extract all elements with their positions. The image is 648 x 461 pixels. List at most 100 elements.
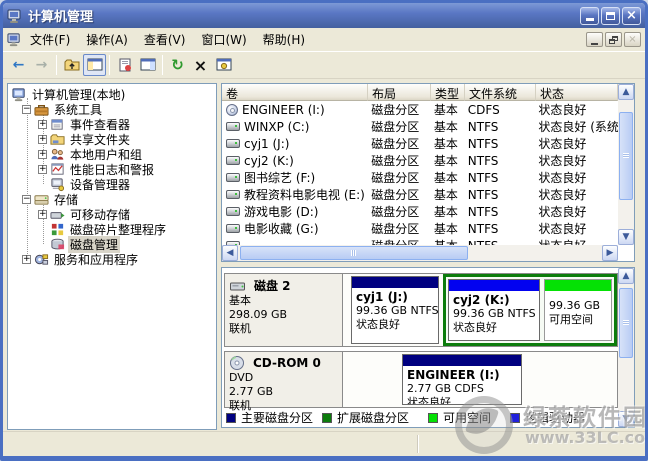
volume-layout: 磁盘分区 bbox=[367, 220, 430, 237]
volume-list-vertical-scrollbar[interactable]: ▲ ▼ bbox=[618, 84, 634, 245]
menu-window[interactable]: 窗口(W) bbox=[193, 28, 254, 51]
menu-action[interactable]: 操作(A) bbox=[78, 28, 136, 51]
legend-label: 扩展磁盘分区 bbox=[337, 409, 409, 426]
tree-item-removable-storage[interactable]: + 可移动存储 bbox=[8, 207, 216, 222]
graphical-panel-vertical-scrollbar[interactable]: ▲ ▼ bbox=[618, 268, 634, 427]
mdi-child-computer-icon bbox=[7, 32, 22, 47]
show-pane-button[interactable] bbox=[136, 54, 159, 76]
scroll-right-arrow[interactable]: ▶ bbox=[602, 245, 618, 261]
partition-engineer[interactable]: ENGINEER (I:) 2.77 GB CDFS 状态良好 bbox=[402, 354, 522, 405]
volume-layout: 磁盘分区 bbox=[367, 118, 430, 135]
expand-icon[interactable]: + bbox=[22, 255, 31, 264]
expand-icon[interactable]: + bbox=[38, 120, 47, 129]
volume-row-cyj1[interactable]: cyj1 (J:) 磁盘分区 基本 NTFS 状态良好 bbox=[222, 135, 618, 152]
mdi-minimize-button[interactable] bbox=[586, 32, 603, 47]
refresh-button[interactable]: ↻ bbox=[166, 54, 189, 76]
free-space-region[interactable]: 99.36 GB 可用空间 bbox=[544, 279, 612, 341]
cdrom-0-header[interactable]: CD-ROM 0 DVD 2.77 GB 联机 bbox=[225, 352, 343, 407]
scrollbar-thumb[interactable] bbox=[619, 112, 633, 200]
close-icon: × bbox=[626, 9, 637, 22]
column-header-status[interactable]: 状态 bbox=[536, 84, 618, 101]
console-tree-icon bbox=[87, 57, 103, 73]
scroll-up-arrow[interactable]: ▲ bbox=[618, 84, 634, 100]
tree-item-local-users-groups[interactable]: + 本地用户和组 bbox=[8, 147, 216, 162]
column-header-type[interactable]: 类型 bbox=[431, 84, 465, 101]
collapse-icon[interactable]: − bbox=[22, 195, 31, 204]
partition-cyj1[interactable]: cyj1 (J:) 99.36 GB NTFS 状态良好 bbox=[351, 276, 439, 344]
volume-row-engineer[interactable]: ENGINEER (I:) 磁盘分区 基本 CDFS 状态良好 bbox=[222, 101, 618, 118]
scrollbar-thumb[interactable] bbox=[240, 246, 468, 260]
expand-icon[interactable]: + bbox=[38, 165, 47, 174]
expand-icon[interactable]: + bbox=[38, 150, 47, 159]
back-button[interactable]: ← bbox=[7, 54, 30, 76]
scroll-down-arrow[interactable]: ▼ bbox=[618, 411, 634, 427]
close-button[interactable]: × bbox=[622, 7, 641, 25]
volume-row-books[interactable]: 图书综艺 (F:) 磁盘分区 基本 NTFS 状态良好 bbox=[222, 169, 618, 186]
tree-item-event-viewer[interactable]: + 事件查看器 bbox=[8, 117, 216, 132]
toolbar-separator bbox=[162, 55, 163, 75]
title-bar[interactable]: 计算机管理 × bbox=[3, 3, 645, 28]
scrollbar-thumb[interactable] bbox=[619, 288, 633, 358]
tree-item-system-tools[interactable]: − 系统工具 bbox=[8, 102, 216, 117]
volume-row-winxp[interactable]: WINXP (C:) 磁盘分区 基本 NTFS 状态良好 (系统) bbox=[222, 118, 618, 135]
hard-disk-volume-icon bbox=[226, 224, 240, 233]
expand-icon[interactable]: + bbox=[38, 210, 47, 219]
volume-fs: NTFS bbox=[464, 205, 535, 219]
tree-item-computer-management[interactable]: 计算机管理(本地) bbox=[8, 87, 216, 102]
partition-info: 99.36 GB NTFS bbox=[453, 307, 535, 321]
column-header-filesystem[interactable]: 文件系统 bbox=[465, 84, 536, 101]
volume-row-games[interactable]: 游戏电影 (D:) 磁盘分区 基本 NTFS 状态良好 bbox=[222, 203, 618, 220]
delete-button[interactable]: × bbox=[189, 54, 212, 76]
column-header-layout[interactable]: 布局 bbox=[368, 84, 431, 101]
tree-item-services-applications[interactable]: + 服务和应用程序 bbox=[8, 252, 216, 267]
partition-cyj2[interactable]: cyj2 (K:) 99.36 GB NTFS 状态良好 bbox=[448, 279, 540, 341]
disk-size: 2.77 GB bbox=[229, 385, 338, 399]
expand-icon[interactable]: + bbox=[38, 135, 47, 144]
tree-item-shared-folders[interactable]: + 共享文件夹 bbox=[8, 132, 216, 147]
column-header-volume[interactable]: 卷 bbox=[222, 84, 368, 101]
volume-status: 状态良好 bbox=[534, 135, 618, 152]
tree-item-disk-management[interactable]: 磁盘管理 bbox=[8, 237, 216, 252]
volume-cell: WINXP (C:) bbox=[222, 120, 367, 134]
properties-button[interactable] bbox=[113, 54, 136, 76]
tree-item-performance-logs[interactable]: + 性能日志和警报 bbox=[8, 162, 216, 177]
scroll-up-arrow[interactable]: ▲ bbox=[618, 268, 634, 284]
volume-name: 游戏电影 (D:) bbox=[244, 203, 318, 220]
scroll-down-arrow[interactable]: ▼ bbox=[618, 229, 634, 245]
toolbar-separator bbox=[109, 55, 110, 75]
free-space-color-swatch bbox=[428, 413, 438, 423]
system-tools-icon bbox=[34, 102, 49, 117]
volume-row-tutorials[interactable]: 教程资料电影电视 (E:) 磁盘分区 基本 NTFS 状态良好 bbox=[222, 186, 618, 203]
menu-help[interactable]: 帮助(H) bbox=[255, 28, 313, 51]
minimize-button[interactable] bbox=[580, 7, 599, 25]
collapse-icon[interactable]: − bbox=[22, 105, 31, 114]
hard-disk-volume-icon bbox=[226, 122, 240, 131]
disk-defragmenter-icon bbox=[50, 222, 65, 237]
console-settings-button[interactable] bbox=[212, 54, 235, 76]
disk-2-header[interactable]: 磁盘 2 基本 298.09 GB 联机 bbox=[225, 274, 343, 346]
mdi-close-button[interactable]: × bbox=[624, 32, 641, 47]
volume-list-horizontal-scrollbar[interactable]: ◀ ▶ bbox=[222, 245, 618, 261]
tree-item-device-manager[interactable]: 设备管理器 bbox=[8, 177, 216, 192]
console-tree-pane[interactable]: 计算机管理(本地) − 系统工具 + 事件查看器 + 共享文件夹 + 本地用户和… bbox=[7, 83, 217, 430]
mdi-restore-button[interactable] bbox=[605, 32, 622, 47]
volume-fs: NTFS bbox=[464, 188, 535, 202]
volume-row-cyj2[interactable]: cyj2 (K:) 磁盘分区 基本 NTFS 状态良好 bbox=[222, 152, 618, 169]
performance-logs-icon bbox=[50, 162, 65, 177]
menu-file[interactable]: 文件(F) bbox=[22, 28, 78, 51]
volume-type: 基本 bbox=[430, 169, 464, 186]
scroll-left-arrow[interactable]: ◀ bbox=[222, 245, 238, 261]
primary-partition-bar bbox=[403, 355, 521, 366]
tree-item-storage[interactable]: − 存储 bbox=[8, 192, 216, 207]
menu-view[interactable]: 查看(V) bbox=[136, 28, 194, 51]
volume-row-movies[interactable]: 电影收藏 (G:) 磁盘分区 基本 NTFS 状态良好 bbox=[222, 220, 618, 237]
forward-button[interactable]: → bbox=[30, 54, 53, 76]
volume-layout: 磁盘分区 bbox=[367, 203, 430, 220]
legend-free-space: 可用空间 bbox=[428, 409, 491, 426]
show-hide-console-tree-button[interactable] bbox=[83, 54, 106, 76]
tree-item-disk-defragmenter[interactable]: 磁盘碎片整理程序 bbox=[8, 222, 216, 237]
free-space-bar bbox=[545, 280, 611, 291]
up-level-button[interactable] bbox=[60, 54, 83, 76]
maximize-button[interactable] bbox=[601, 7, 620, 25]
disk-name: 磁盘 2 bbox=[254, 277, 291, 294]
